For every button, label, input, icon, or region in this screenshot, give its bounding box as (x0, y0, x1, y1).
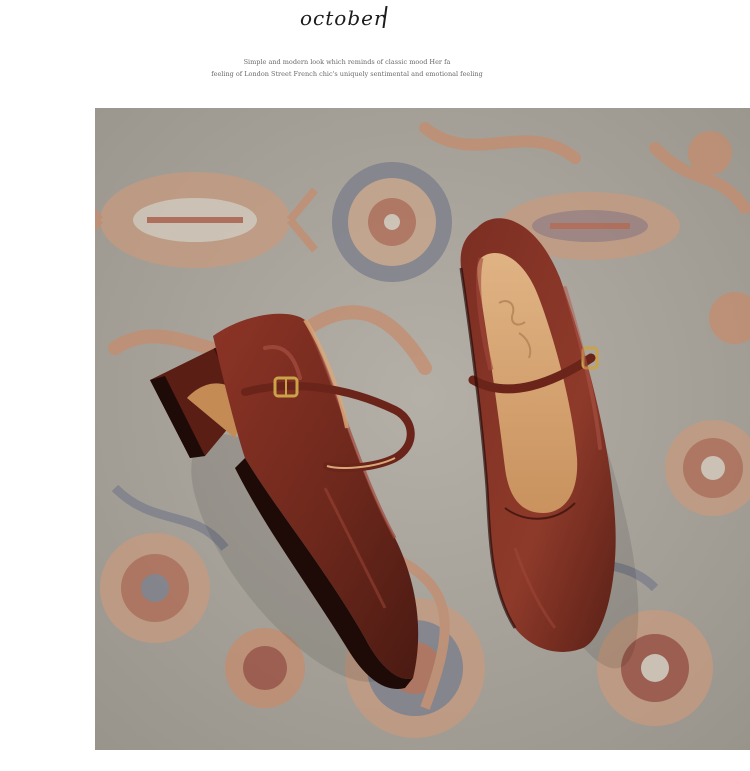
brand-logo: october (300, 6, 385, 30)
tagline-line-1: Simple and modern look which reminds of … (243, 58, 451, 66)
header: october Simple and modern look which rem… (0, 0, 750, 108)
product-photo-illustration (95, 108, 750, 750)
tagline-line-2: feeling of London Street French chic's u… (211, 70, 483, 78)
product-photo (95, 108, 750, 750)
